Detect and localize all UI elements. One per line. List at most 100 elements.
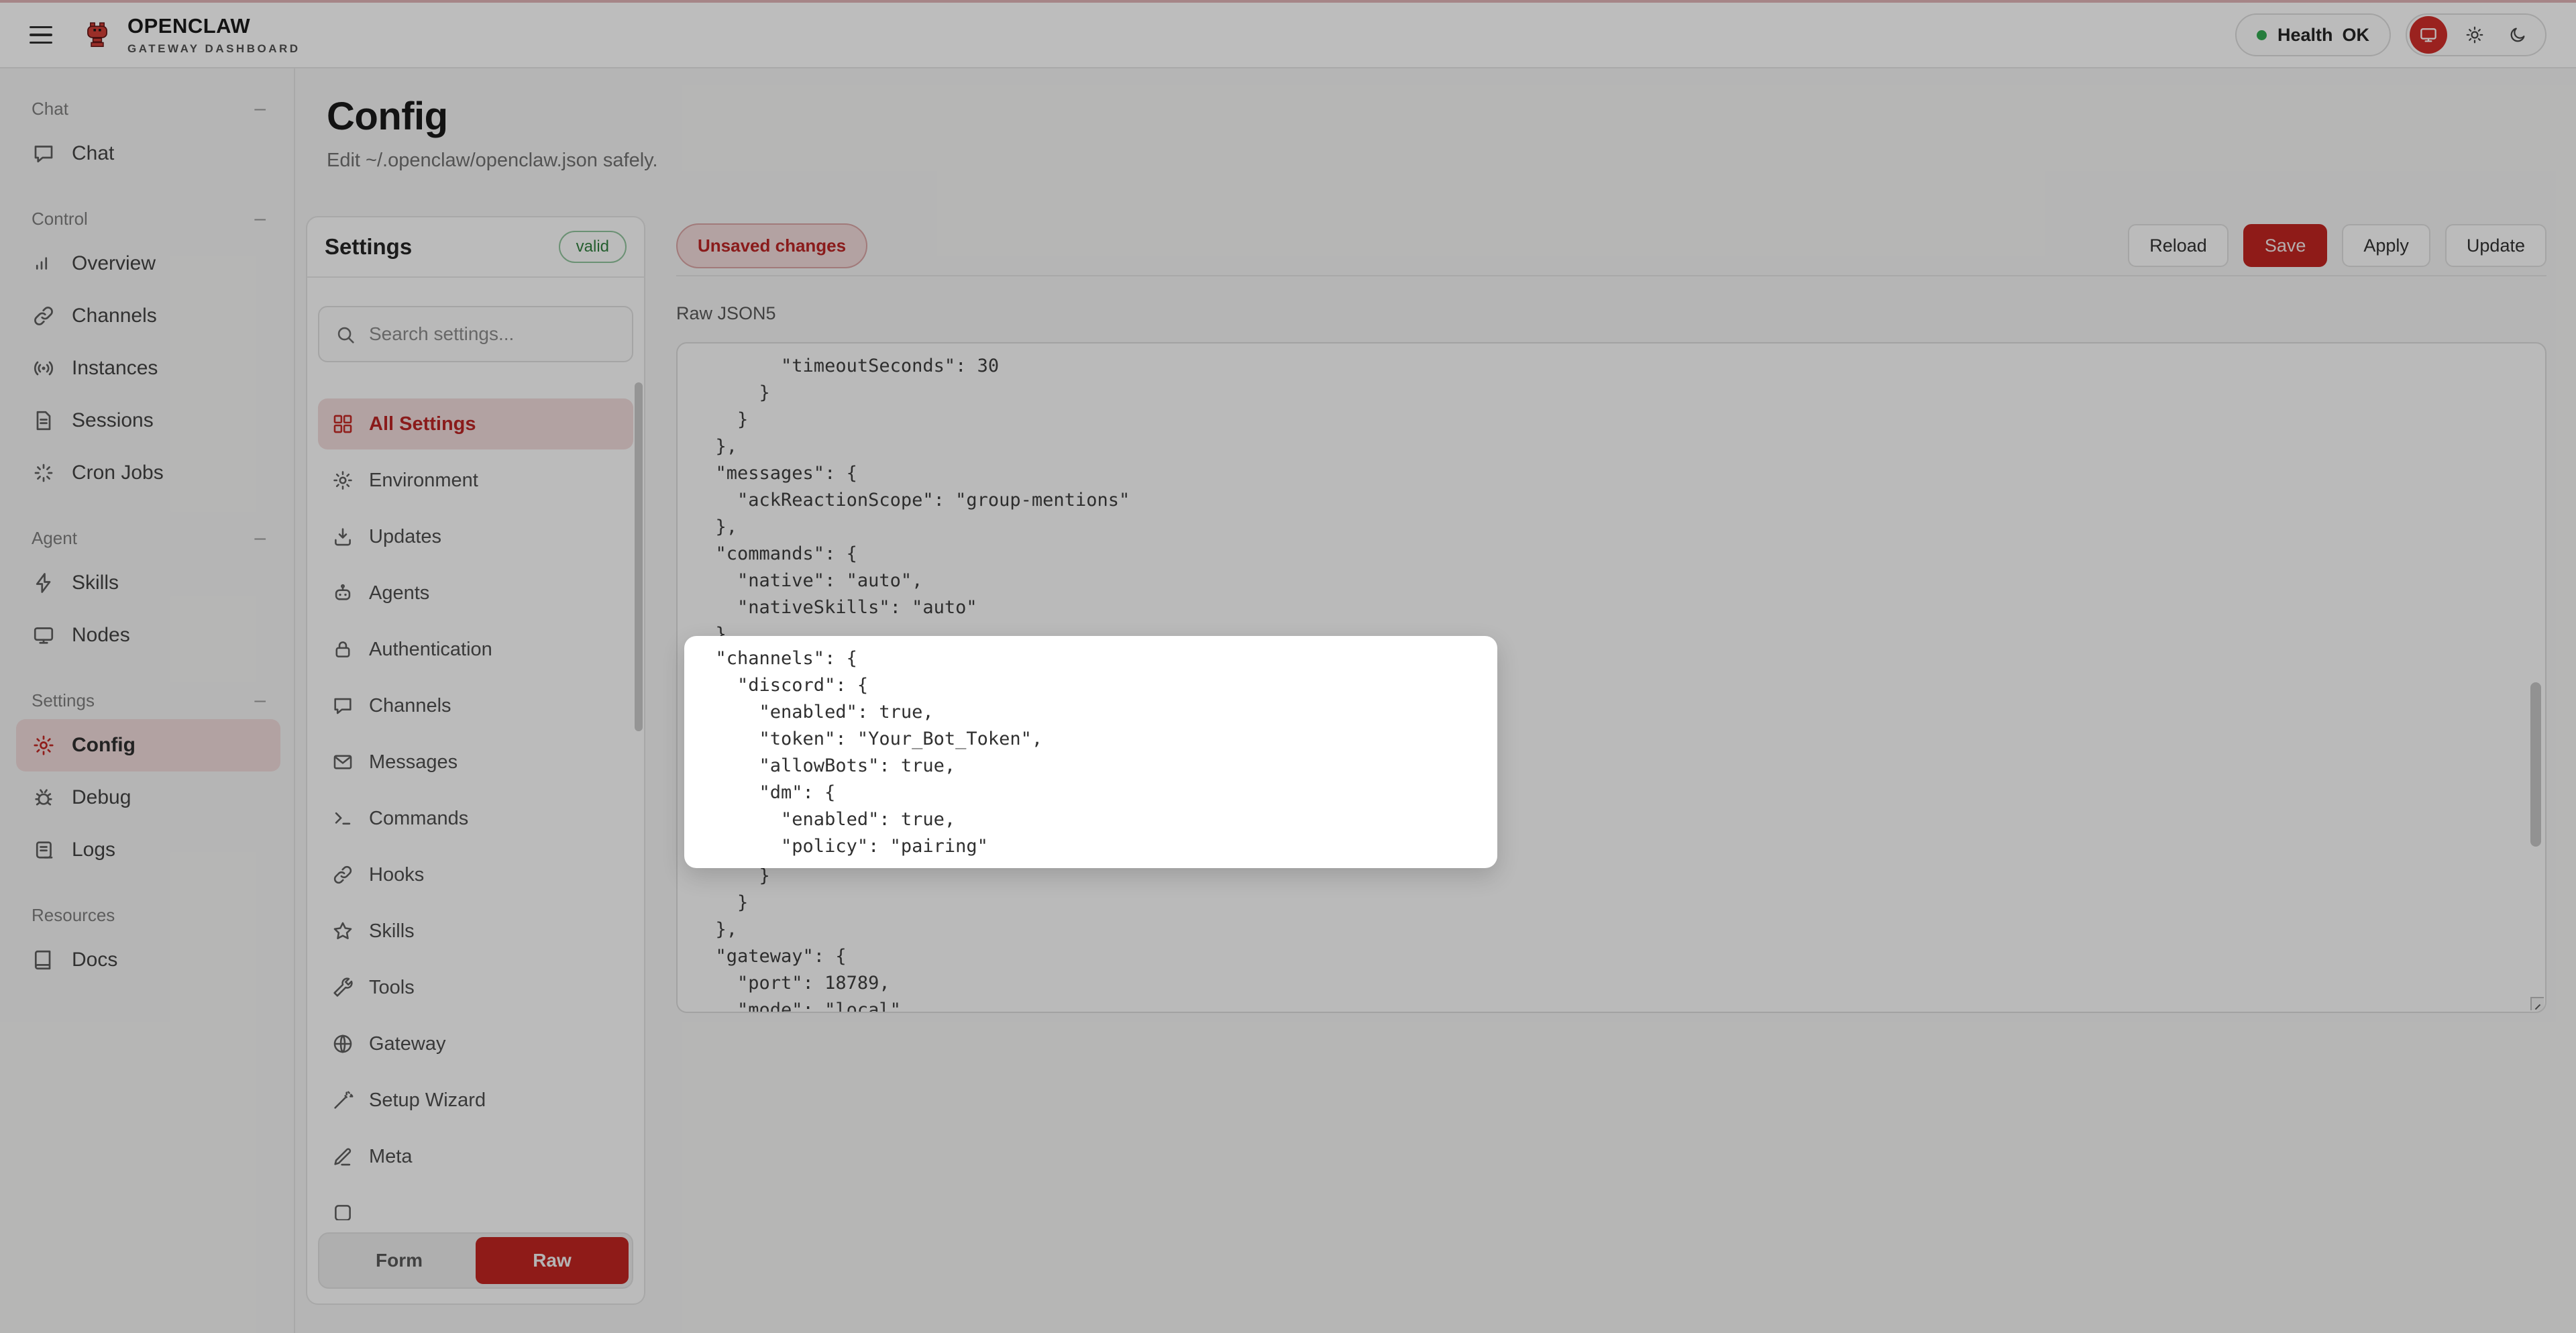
sidebar-item-skills[interactable]: Skills [16, 557, 280, 609]
search-settings-input[interactable] [319, 307, 632, 361]
sidebar: Chat – Chat Control – Overview [0, 68, 295, 1333]
monitor-icon [32, 623, 56, 647]
resize-grip-icon[interactable] [2530, 997, 2544, 1010]
lobster-logo-icon [82, 19, 113, 50]
settings-nav-item-meta[interactable]: Meta [318, 1131, 633, 1182]
settings-nav-label: Skills [369, 920, 415, 943]
settings-nav-item-channels[interactable]: Channels [318, 680, 633, 731]
page-title: Config [327, 94, 2576, 139]
lock-icon [331, 638, 354, 661]
settings-nav-label: Authentication [369, 639, 492, 661]
group-label-chat: Chat [32, 99, 68, 119]
form-toggle-button[interactable]: Form [323, 1237, 476, 1284]
sidebar-item-label: Nodes [72, 624, 130, 647]
page-head: Config Edit ~/.openclaw/openclaw.json sa… [295, 68, 2576, 216]
gear-icon [331, 469, 354, 492]
wand-icon [331, 1089, 354, 1112]
sidebar-group-resources: Resources Docs [0, 896, 294, 986]
settings-panel: Settings valid All Settings [306, 216, 645, 1305]
sidebar-item-config[interactable]: Config [16, 719, 280, 771]
settings-nav-item-skills[interactable]: Skills [318, 906, 633, 957]
settings-nav-label: Gateway [369, 1033, 445, 1055]
moon-icon [2508, 25, 2528, 45]
settings-nav: All Settings Environment Updates Ag [307, 376, 644, 1220]
app-header: OPENCLAW GATEWAY DASHBOARD HealthOK [0, 3, 2576, 68]
settings-nav-item-environment[interactable]: Environment [318, 455, 633, 506]
group-label-settings: Settings [32, 690, 95, 711]
globe-icon [331, 1032, 354, 1055]
sidebar-item-overview[interactable]: Overview [16, 237, 280, 290]
sidebar-item-instances[interactable]: Instances [16, 342, 280, 394]
menu-icon[interactable] [30, 20, 59, 50]
scroll-icon [32, 838, 56, 862]
mail-icon [331, 751, 354, 774]
editor-scrollbar[interactable] [2530, 682, 2541, 847]
sidebar-item-label: Docs [72, 949, 117, 971]
sidebar-item-logs[interactable]: Logs [16, 824, 280, 876]
highlighted-config-code: "channels": { "discord": { "enabled": tr… [684, 636, 1497, 860]
bar-chart-icon [32, 252, 56, 276]
sidebar-item-docs[interactable]: Docs [16, 934, 280, 986]
square-icon [331, 1202, 354, 1220]
theme-system-button[interactable] [2410, 16, 2447, 54]
editor-toolbar: Unsaved changes Reload Save Apply Update [676, 216, 2546, 276]
sidebar-item-label: Config [72, 734, 136, 757]
settings-nav-label: Setup Wizard [369, 1089, 486, 1112]
sidebar-item-label: Overview [72, 252, 156, 275]
apply-button[interactable]: Apply [2342, 224, 2430, 267]
sidebar-group-agent: Agent – Skills Nodes [0, 519, 294, 661]
grid-icon [331, 413, 354, 435]
group-label-agent: Agent [32, 528, 77, 549]
settings-nav-item-updates[interactable]: Updates [318, 511, 633, 562]
settings-nav-label: All Settings [369, 413, 476, 435]
save-button[interactable]: Save [2243, 224, 2328, 267]
file-text-icon [32, 409, 56, 433]
spotlight-highlight-box: "channels": { "discord": { "enabled": tr… [684, 636, 1497, 868]
settings-nav-item-commands[interactable]: Commands [318, 793, 633, 844]
collapse-icon[interactable]: – [254, 99, 266, 119]
sidebar-item-nodes[interactable]: Nodes [16, 609, 280, 661]
collapse-icon[interactable]: – [254, 690, 266, 710]
sidebar-item-debug[interactable]: Debug [16, 771, 280, 824]
settings-nav-item-clipped[interactable] [318, 1187, 633, 1220]
settings-nav-item-gateway[interactable]: Gateway [318, 1018, 633, 1069]
page-subtitle: Edit ~/.openclaw/openclaw.json safely. [327, 150, 2576, 172]
collapse-icon[interactable]: – [254, 528, 266, 548]
collapse-icon[interactable]: – [254, 209, 266, 229]
sidebar-item-label: Chat [72, 142, 114, 165]
health-dot-icon [2257, 30, 2267, 40]
brand: OPENCLAW GATEWAY DASHBOARD [82, 14, 301, 56]
group-label-control: Control [32, 209, 88, 229]
settings-nav-label: Commands [369, 808, 468, 830]
theme-toggle [2406, 13, 2546, 56]
settings-panel-header: Settings valid [307, 217, 644, 278]
settings-nav-label: Tools [369, 977, 415, 999]
update-button[interactable]: Update [2445, 224, 2546, 267]
settings-nav-item-hooks[interactable]: Hooks [318, 849, 633, 900]
settings-nav-item-messages[interactable]: Messages [318, 737, 633, 788]
settings-nav-item-agents[interactable]: Agents [318, 568, 633, 619]
download-icon [331, 525, 354, 548]
raw-toggle-button[interactable]: Raw [476, 1237, 629, 1284]
health-status-badge: HealthOK [2235, 13, 2391, 56]
book-icon [32, 948, 56, 972]
settings-nav-item-setup-wizard[interactable]: Setup Wizard [318, 1075, 633, 1126]
settings-nav-item-tools[interactable]: Tools [318, 962, 633, 1013]
monitor-icon [2418, 25, 2438, 45]
group-label-resources: Resources [32, 905, 115, 926]
sidebar-item-sessions[interactable]: Sessions [16, 394, 280, 447]
theme-dark-button[interactable] [2502, 19, 2533, 50]
sidebar-item-chat[interactable]: Chat [16, 127, 280, 180]
search-settings-box [318, 306, 633, 362]
reload-button[interactable]: Reload [2128, 224, 2229, 267]
header-left: OPENCLAW GATEWAY DASHBOARD [30, 14, 301, 56]
sidebar-item-cron-jobs[interactable]: Cron Jobs [16, 447, 280, 499]
sidebar-item-channels[interactable]: Channels [16, 290, 280, 342]
theme-light-button[interactable] [2459, 19, 2490, 50]
settings-nav-item-all-settings[interactable]: All Settings [318, 398, 633, 449]
settings-nav-label: Hooks [369, 864, 424, 886]
header-right: HealthOK [2235, 13, 2546, 56]
sidebar-item-label: Channels [72, 305, 157, 327]
settings-nav-scrollbar[interactable] [635, 382, 643, 731]
settings-nav-item-authentication[interactable]: Authentication [318, 624, 633, 675]
